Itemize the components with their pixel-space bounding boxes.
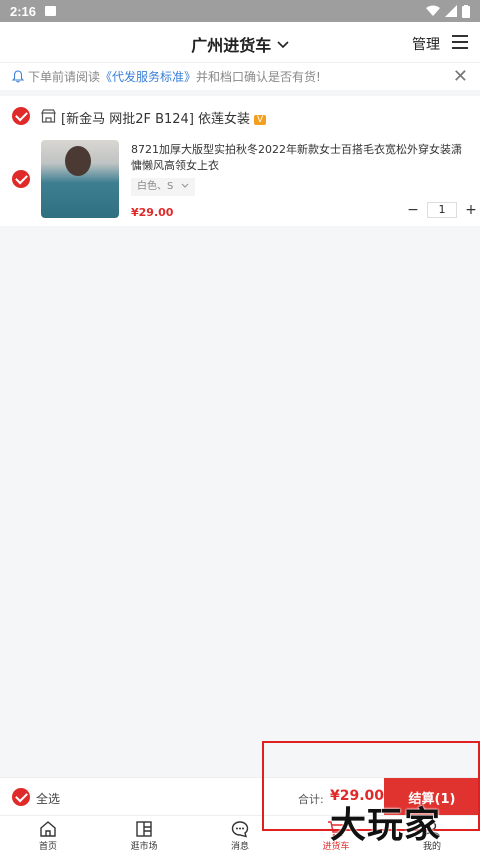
chevron-down-icon: [277, 41, 289, 49]
product-price: ¥29.00: [131, 206, 174, 219]
spec-text: 白色、S: [137, 181, 174, 192]
gallery-icon: [45, 6, 57, 16]
tab-label: 逛市场: [130, 842, 158, 852]
select-all-label[interactable]: 全选: [36, 790, 60, 807]
market-icon: [136, 821, 152, 837]
product-title[interactable]: 8721加厚大版型实拍秋冬2022年新款女士百搭毛衣宽松外穿女装潇慵懒风高领女上…: [131, 142, 471, 174]
select-all-checkbox[interactable]: [12, 788, 30, 806]
total-label: 合计:: [298, 793, 324, 806]
bell-icon: [12, 70, 24, 83]
service-standard-link[interactable]: 《代发服务标准》: [100, 68, 196, 85]
quantity-stepper: − 1 +: [405, 202, 479, 218]
item-checkbox[interactable]: [12, 170, 30, 188]
chevron-down-icon: [181, 183, 188, 188]
manage-button[interactable]: 管理: [412, 34, 440, 54]
product-thumbnail[interactable]: [41, 140, 119, 218]
menu-icon[interactable]: [452, 35, 468, 49]
store-icon: [41, 109, 56, 123]
notice-prefix: 下单前请阅读: [28, 70, 101, 84]
notice-bar: 下单前请阅读 《代发服务标准》 并和档口确认是否有货! ✕: [0, 62, 480, 90]
shop-checkbox[interactable]: [12, 107, 30, 125]
tab-label: 消息: [230, 842, 249, 852]
tab-market[interactable]: 逛市场: [96, 816, 192, 853]
status-time: 2:16: [10, 3, 37, 19]
status-icons: [426, 4, 470, 18]
shop-name[interactable]: [新金马 网批2F B124] 依莲女装 V: [61, 108, 267, 127]
spec-selector[interactable]: 白色、S: [131, 178, 195, 196]
verified-badge: V: [254, 115, 267, 125]
app-header: 广州进货车 管理: [0, 22, 480, 62]
shop-card: [新金马 网批2F B124] 依莲女装 V 8721加厚大版型实拍秋冬2022年…: [0, 96, 480, 226]
battery-icon: [462, 4, 470, 18]
tab-home[interactable]: 首页: [0, 816, 96, 853]
status-bar: 2:16: [0, 0, 480, 22]
shop-name-text: [新金马 网批2F B124] 依莲女装: [61, 112, 251, 127]
notice-suffix: 并和档口确认是否有货!: [196, 70, 321, 84]
quantity-input[interactable]: 1: [427, 202, 457, 218]
city-selector[interactable]: 广州进货车: [0, 32, 480, 56]
signal-icon: [445, 5, 457, 17]
decrement-button[interactable]: −: [405, 202, 421, 218]
close-icon[interactable]: ✕: [453, 68, 468, 86]
wifi-icon: [426, 5, 440, 16]
page-title: 广州进货车: [191, 36, 272, 55]
increment-button[interactable]: +: [463, 202, 479, 218]
watermark: 大玩家: [330, 805, 442, 846]
message-icon: [231, 821, 249, 838]
tab-messages[interactable]: 消息: [192, 816, 288, 853]
home-icon: [40, 821, 56, 837]
tab-label: 首页: [38, 842, 57, 852]
